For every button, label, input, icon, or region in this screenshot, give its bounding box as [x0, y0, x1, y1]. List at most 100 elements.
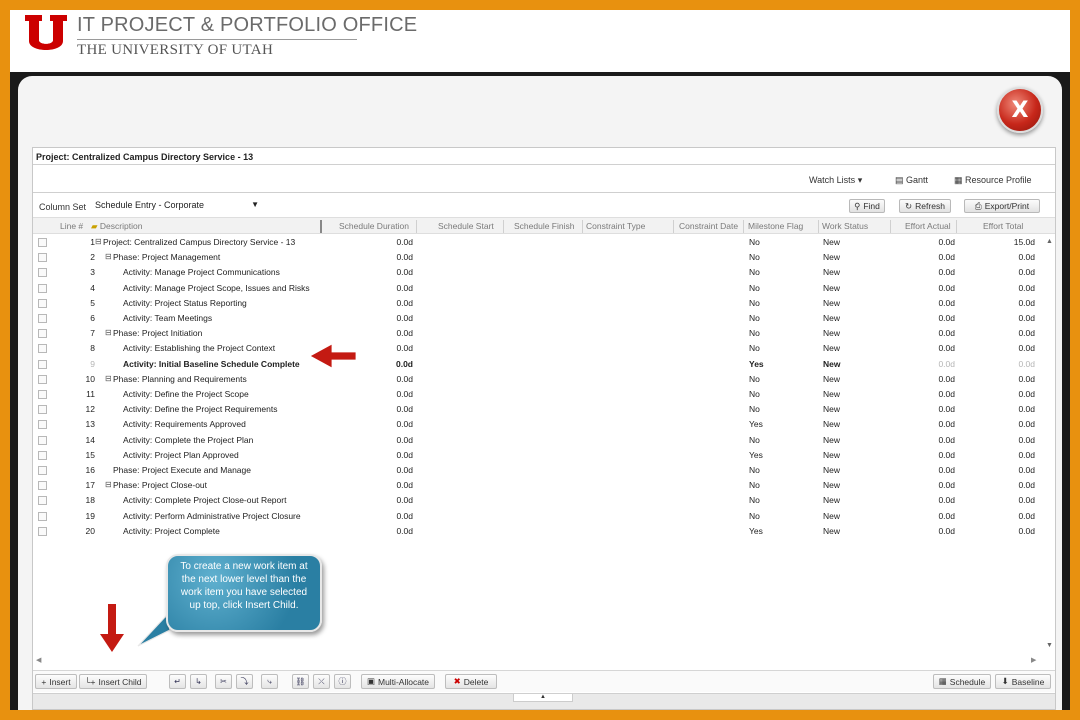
- unlink-icon[interactable]: ⤫: [313, 674, 330, 689]
- milestone-flag[interactable]: No: [749, 480, 760, 490]
- table-row[interactable]: 8 Activity: Establishing the Project Cont…: [33, 341, 1043, 356]
- col-work-status[interactable]: Work Status: [822, 221, 868, 231]
- task-description[interactable]: Phase: Project Initiation: [113, 328, 202, 338]
- cut-icon[interactable]: ✂: [215, 674, 232, 689]
- schedule-duration[interactable]: 0.0d: [373, 480, 413, 490]
- link-icon[interactable]: ⛓: [292, 674, 309, 689]
- col-schedule-duration[interactable]: Schedule Duration: [339, 221, 409, 231]
- vertical-scrollbar[interactable]: ▲ ▼: [1045, 236, 1055, 656]
- paste-child-icon[interactable]: ⤷: [261, 674, 278, 689]
- milestone-flag[interactable]: No: [749, 511, 760, 521]
- schedule-duration[interactable]: 0.0d: [373, 237, 413, 247]
- schedule-duration[interactable]: 0.0d: [373, 283, 413, 293]
- row-checkbox[interactable]: [38, 374, 47, 384]
- work-status[interactable]: New: [823, 267, 840, 277]
- work-status[interactable]: New: [823, 343, 840, 353]
- task-description[interactable]: Phase: Project Execute and Manage: [113, 465, 251, 475]
- task-description[interactable]: Activity: Manage Project Communications: [123, 267, 280, 277]
- row-checkbox[interactable]: [38, 329, 47, 339]
- task-description[interactable]: Activity: Manage Project Scope, Issues a…: [123, 283, 310, 293]
- scroll-left-icon[interactable]: ◀: [36, 656, 41, 664]
- work-status[interactable]: New: [823, 237, 840, 247]
- close-button[interactable]: X: [997, 87, 1043, 133]
- resource-profile-button[interactable]: ▦ Resource Profile: [954, 175, 1032, 186]
- table-row[interactable]: 5 Activity: Project Status Reporting 0.0d N…: [33, 296, 1043, 311]
- task-description[interactable]: Phase: Project Close-out: [113, 480, 207, 490]
- work-status[interactable]: New: [823, 252, 840, 262]
- schedule-duration[interactable]: 0.0d: [373, 313, 413, 323]
- row-checkbox[interactable]: [38, 283, 47, 293]
- milestone-flag[interactable]: Yes: [749, 359, 764, 369]
- work-status[interactable]: New: [823, 374, 840, 384]
- task-description[interactable]: Activity: Team Meetings: [123, 313, 212, 323]
- row-checkbox[interactable]: [38, 526, 47, 536]
- table-row[interactable]: 15 Activity: Project Plan Approved 0.0d Yes…: [33, 448, 1043, 463]
- outdent-icon[interactable]: ↵: [169, 674, 186, 689]
- work-status[interactable]: New: [823, 313, 840, 323]
- table-row[interactable]: 20 Activity: Project Complete 0.0d Yes New 0.…: [33, 524, 1043, 539]
- col-description[interactable]: ▰ Description: [91, 221, 142, 232]
- task-description[interactable]: Activity: Establishing the Project Conte…: [123, 343, 275, 353]
- collapse-toggle-icon[interactable]: ⊟: [105, 374, 112, 383]
- milestone-flag[interactable]: No: [749, 298, 760, 308]
- paste-after-icon[interactable]: ⤵: [236, 674, 253, 689]
- row-checkbox[interactable]: [38, 359, 47, 369]
- table-row[interactable]: 19 Activity: Perform Administrative Proje…: [33, 509, 1043, 524]
- collapse-toggle-icon[interactable]: ⊟: [95, 237, 102, 246]
- schedule-duration[interactable]: 0.0d: [373, 495, 413, 505]
- table-row[interactable]: 17 ⊟ Phase: Project Close-out 0.0d No New 0.0d…: [33, 478, 1043, 493]
- work-status[interactable]: New: [823, 526, 840, 536]
- table-row[interactable]: 14 Activity: Complete the Project Plan 0.0…: [33, 433, 1043, 448]
- work-status[interactable]: New: [823, 359, 840, 369]
- schedule-duration[interactable]: 0.0d: [373, 374, 413, 384]
- work-status[interactable]: New: [823, 465, 840, 475]
- row-checkbox[interactable]: [38, 511, 47, 521]
- work-status[interactable]: New: [823, 389, 840, 399]
- task-description[interactable]: Phase: Planning and Requirements: [113, 374, 247, 384]
- row-checkbox[interactable]: [38, 420, 47, 430]
- milestone-flag[interactable]: No: [749, 237, 760, 247]
- col-effort-actual[interactable]: Effort Actual: [905, 221, 951, 231]
- table-row[interactable]: 10 ⊟ Phase: Planning and Requirements 0.0d N…: [33, 372, 1043, 387]
- task-description[interactable]: Activity: Requirements Approved: [123, 419, 246, 429]
- table-row[interactable]: 1 ⊟ Project: Centralized Campus Directory …: [33, 235, 1043, 250]
- col-constraint-type[interactable]: Constraint Type: [586, 221, 645, 231]
- table-row[interactable]: 4 Activity: Manage Project Scope, Issues …: [33, 281, 1043, 296]
- horizontal-scrollbar[interactable]: ◀ ▶: [33, 656, 1043, 666]
- gantt-button[interactable]: ▤ Gantt: [895, 175, 928, 186]
- milestone-flag[interactable]: No: [749, 328, 760, 338]
- task-description[interactable]: Activity: Complete the Project Plan: [123, 435, 253, 445]
- milestone-flag[interactable]: No: [749, 465, 760, 475]
- milestone-flag[interactable]: No: [749, 267, 760, 277]
- task-description[interactable]: Phase: Project Management: [113, 252, 220, 262]
- row-checkbox[interactable]: [38, 390, 47, 399]
- task-description[interactable]: Activity: Complete Project Close-out Rep…: [123, 495, 286, 505]
- task-description[interactable]: Project: Centralized Campus Directory Se…: [103, 237, 295, 247]
- export-print-button[interactable]: ⎙ Export/Print: [964, 199, 1040, 213]
- table-row[interactable]: 13 Activity: Requirements Approved 0.0d Yes…: [33, 417, 1043, 432]
- column-splitter[interactable]: [320, 220, 322, 233]
- insert-child-button[interactable]: └+ Insert Child: [79, 674, 147, 689]
- col-constraint-date[interactable]: Constraint Date: [679, 221, 738, 231]
- table-row[interactable]: 12 Activity: Define the Project Requireme…: [33, 402, 1043, 417]
- table-row[interactable]: 7 ⊟ Phase: Project Initiation 0.0d No New 0.0d…: [33, 326, 1043, 341]
- task-description[interactable]: Activity: Project Status Reporting: [123, 298, 247, 308]
- task-info-icon[interactable]: ⓘ: [334, 674, 351, 689]
- milestone-flag[interactable]: No: [749, 374, 760, 384]
- scroll-up-icon[interactable]: ▲: [1046, 238, 1053, 245]
- milestone-flag[interactable]: No: [749, 283, 760, 293]
- schedule-duration[interactable]: 0.0d: [373, 328, 413, 338]
- row-checkbox[interactable]: [38, 496, 47, 506]
- row-checkbox[interactable]: [38, 238, 47, 247]
- table-row[interactable]: 11 Activity: Define the Project Scope 0.0d…: [33, 387, 1043, 402]
- col-effort-total[interactable]: Effort Total: [983, 221, 1023, 231]
- work-status[interactable]: New: [823, 283, 840, 293]
- schedule-duration[interactable]: 0.0d: [373, 419, 413, 429]
- milestone-flag[interactable]: Yes: [749, 450, 763, 460]
- work-status[interactable]: New: [823, 328, 840, 338]
- table-row[interactable]: 9 Activity: Initial Baseline Schedule Com…: [33, 357, 1043, 372]
- work-status[interactable]: New: [823, 404, 840, 414]
- row-checkbox[interactable]: [38, 268, 47, 278]
- row-checkbox[interactable]: [38, 481, 47, 491]
- task-description[interactable]: Activity: Initial Baseline Schedule Comp…: [123, 359, 300, 369]
